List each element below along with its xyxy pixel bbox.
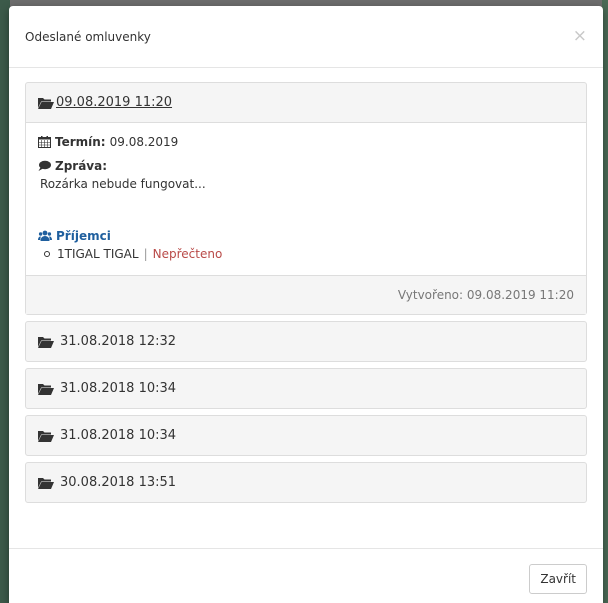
term-row: Termín: 09.08.2019 xyxy=(38,135,574,149)
folder-open-icon xyxy=(38,383,54,395)
read-status: Nepřečteno xyxy=(152,247,223,261)
folder-open-icon xyxy=(38,477,54,489)
excuse-datetime-link[interactable]: 09.08.2019 11:20 xyxy=(56,95,172,110)
excuse-datetime: 31.08.2018 10:34 xyxy=(60,428,177,443)
close-icon[interactable]: × xyxy=(573,28,587,45)
excuse-panel-5: 30.08.2018 13:51 xyxy=(25,462,587,503)
recipient-item: 1TIGAL TIGAL | Nepřečteno xyxy=(44,247,574,261)
close-button[interactable]: Zavřít xyxy=(529,564,587,594)
recipients-heading: Příjemci xyxy=(38,229,574,243)
excuse-datetime: 31.08.2018 12:32 xyxy=(60,334,177,349)
modal-footer: Zavřít xyxy=(9,548,603,603)
recipient-separator: | xyxy=(143,247,148,261)
recipients-label: Příjemci xyxy=(56,229,111,243)
message-text: Rozárka nebude fungovat... xyxy=(40,177,206,191)
folder-open-icon xyxy=(38,430,54,442)
message-row: Zpráva: xyxy=(38,159,574,173)
excuse-panel-4: 31.08.2018 10:34 xyxy=(25,415,587,456)
excuse-panel-1: 09.08.2019 11:20 Termín: 09.08.2019 Zprá… xyxy=(25,82,587,315)
excuse-panel-heading[interactable]: 31.08.2018 10:34 xyxy=(26,369,586,408)
excuse-datetime: 30.08.2018 13:51 xyxy=(60,475,177,490)
modal-header: Odeslané omluvenky × xyxy=(9,6,603,68)
comment-icon xyxy=(38,160,51,171)
list-bullet xyxy=(44,251,50,257)
excuse-footer: Vytvořeno: 09.08.2019 11:20 xyxy=(26,275,586,314)
excuse-panel-heading[interactable]: 31.08.2018 10:34 xyxy=(26,416,586,455)
modal-body: 09.08.2019 11:20 Termín: 09.08.2019 Zprá… xyxy=(9,68,603,503)
folder-open-icon xyxy=(38,336,54,348)
message-label: Zpráva: xyxy=(55,159,108,173)
excuse-panel-2: 31.08.2018 12:32 xyxy=(25,321,587,362)
calendar-icon xyxy=(38,136,51,148)
recipients-list: 1TIGAL TIGAL | Nepřečteno xyxy=(38,247,574,261)
folder-open-icon xyxy=(38,97,54,109)
term-label: Termín: xyxy=(55,135,106,149)
excuse-datetime: 31.08.2018 10:34 xyxy=(60,381,177,396)
recipient-name: 1TIGAL TIGAL xyxy=(57,247,139,261)
excuse-panel-heading[interactable]: 30.08.2018 13:51 xyxy=(26,463,586,502)
created-timestamp: Vytvořeno: 09.08.2019 11:20 xyxy=(397,288,574,302)
excuse-panel-heading[interactable]: 31.08.2018 12:32 xyxy=(26,322,586,361)
term-value: 09.08.2019 xyxy=(109,135,179,149)
modal-title: Odeslané omluvenky xyxy=(25,29,151,44)
excuses-modal: Odeslané omluvenky × 09.08.2019 11:20 Te… xyxy=(9,6,603,603)
excuse-detail: Termín: 09.08.2019 Zpráva: Rozárka nebud… xyxy=(26,122,586,275)
excuse-panel-heading[interactable]: 09.08.2019 11:20 xyxy=(26,83,586,122)
excuse-panel-3: 31.08.2018 10:34 xyxy=(25,368,587,409)
users-icon xyxy=(38,230,52,241)
